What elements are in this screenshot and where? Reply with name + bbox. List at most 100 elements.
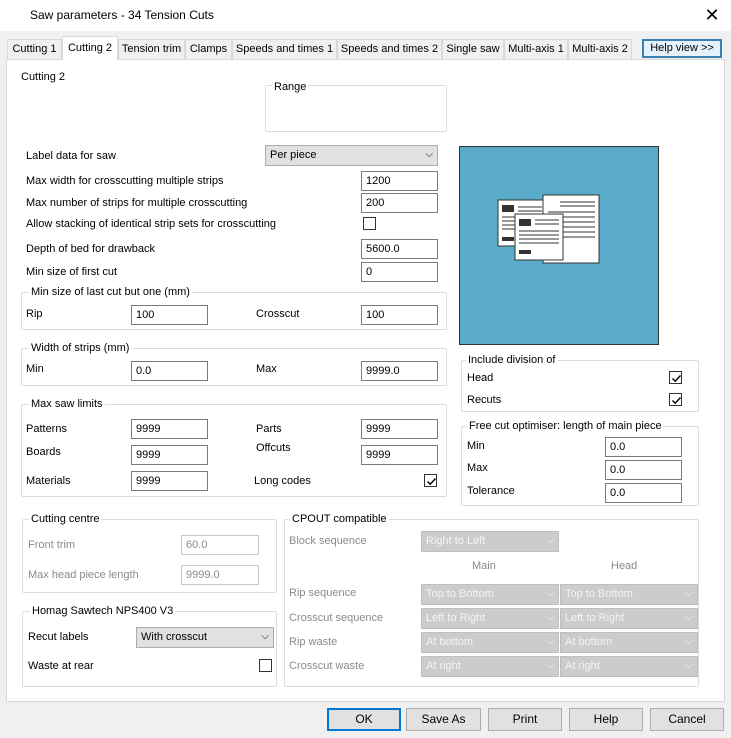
tab-speeds-times-1[interactable]: Speeds and times 1 [232,39,337,59]
last-cut-rip-input[interactable]: 100 [131,305,208,325]
cross-waste-main-value: At right [426,660,461,672]
recuts-checkbox[interactable] [669,393,682,406]
chevron-down-icon: ⌵ [685,588,693,599]
cross-waste-head-value: At right [565,660,600,672]
materials-label: Materials [26,475,71,487]
last-cut-rip-label: Rip [26,308,43,320]
materials-input[interactable]: 9999 [131,471,208,491]
recuts-label: Recuts [467,394,502,406]
strips-min-input[interactable]: 0.0 [131,361,208,381]
chevron-down-icon: ⌵ [685,636,693,647]
long-codes-label: Long codes [254,475,311,487]
allow-stacking-label: Allow stacking of identical strip sets f… [26,218,277,230]
cross-seq-main-value: Left to Right [426,612,486,624]
tab-clamps[interactable]: Clamps [185,39,232,59]
cross-seq-main-select[interactable]: Left to Right ⌵ [421,608,559,629]
rip-seq-label: Rip sequence [289,587,357,599]
min-first-cut-label: Min size of first cut [26,266,118,278]
chevron-down-icon: ⌵ [685,660,693,671]
window-title: Saw parameters - 34 Tension Cuts [30,8,214,22]
tolerance-input[interactable]: 0.0 [605,483,682,503]
free-cut-min-label: Min [467,440,485,452]
label-data-select[interactable]: Per piece ⌵ [265,145,438,166]
rip-seq-main-select[interactable]: Top to Bottom ⌵ [421,584,559,605]
last-cut-title: Min size of last cut but one (mm) [29,286,192,298]
max-strips-input[interactable]: 200 [361,193,438,213]
cross-seq-label: Crosscut sequence [289,612,384,624]
strips-max-input[interactable]: 9999.0 [361,361,438,381]
checkmark-icon [427,478,437,486]
chevron-down-icon: ⌵ [261,631,269,642]
long-codes-checkbox[interactable] [424,474,437,487]
document-stack-icon [497,194,600,264]
block-seq-select[interactable]: Right to Left ⌵ [421,531,559,552]
include-division-title: Include division of [466,354,558,366]
boards-label: Boards [26,446,61,458]
waste-rear-checkbox[interactable] [259,659,272,672]
free-cut-max-input[interactable]: 0.0 [605,460,682,480]
max-strips-label: Max number of strips for multiple crossc… [26,197,248,209]
max-width-input[interactable]: 1200 [361,171,438,191]
recut-labels-select[interactable]: With crosscut ⌵ [136,627,274,648]
page-heading: Cutting 2 [21,71,66,83]
last-cut-crosscut-label: Crosscut [256,308,300,320]
ok-button[interactable]: OK [327,708,401,731]
tab-multi-axis-1[interactable]: Multi-axis 1 [504,39,568,59]
chevron-down-icon: ⌵ [546,612,554,623]
recut-labels-label: Recut labels [28,631,89,643]
strips-max-label: Max [256,363,277,375]
parts-input[interactable]: 9999 [361,419,438,439]
head-checkbox[interactable] [669,371,682,384]
rip-waste-label: Rip waste [289,636,338,648]
checkmark-icon [672,375,682,383]
chevron-down-icon: ⌵ [546,660,554,671]
front-trim-input[interactable]: 60.0 [181,535,259,555]
depth-bed-input[interactable]: 5600.0 [361,239,438,259]
waste-rear-label: Waste at rear [28,660,94,672]
save-as-button[interactable]: Save As [406,708,481,731]
rip-seq-main-value: Top to Bottom [426,588,494,600]
cutting-centre-title: Cutting centre [29,513,102,525]
cancel-button[interactable]: Cancel [650,708,724,731]
rip-waste-head-select[interactable]: At bottom ⌵ [560,632,698,653]
min-first-cut-input[interactable]: 0 [361,262,438,282]
cross-seq-head-select[interactable]: Left to Right ⌵ [560,608,698,629]
tab-cutting-2[interactable]: Cutting 2 [62,36,118,60]
strips-min-label: Min [26,363,44,375]
free-cut-min-input[interactable]: 0.0 [605,437,682,457]
rip-waste-main-value: At bottom [426,636,474,648]
boards-input[interactable]: 9999 [131,445,208,465]
chevron-down-icon: ⌵ [546,535,554,546]
width-strips-title: Width of strips (mm) [29,342,132,354]
cross-seq-head-value: Left to Right [565,612,625,624]
homag-group [22,611,277,687]
max-head-input[interactable]: 9999.0 [181,565,259,585]
cpout-title: CPOUT compatible [290,513,389,525]
patterns-input[interactable]: 9999 [131,419,208,439]
chevron-down-icon: ⌵ [546,636,554,647]
help-view-button[interactable]: Help view >> [642,39,722,58]
offcuts-input[interactable]: 9999 [361,445,438,465]
tab-multi-axis-2[interactable]: Multi-axis 2 [568,39,632,59]
cross-waste-label: Crosscut waste [289,660,365,672]
cross-waste-main-select[interactable]: At right ⌵ [421,656,559,677]
close-icon[interactable]: ✕ [699,3,725,27]
cross-waste-head-select[interactable]: At right ⌵ [560,656,698,677]
rip-seq-head-select[interactable]: Top to Bottom ⌵ [560,584,698,605]
label-data-value: Per piece [270,149,317,161]
tab-single-saw[interactable]: Single saw [442,39,504,59]
tab-tension-trim[interactable]: Tension trim [118,39,185,59]
block-seq-value: Right to Left [426,535,486,547]
chevron-down-icon: ⌵ [546,588,554,599]
rip-waste-main-select[interactable]: At bottom ⌵ [421,632,559,653]
allow-stacking-checkbox[interactable] [363,217,376,230]
free-cut-title: Free cut optimiser: length of main piece [467,420,664,432]
tab-cutting-1[interactable]: Cutting 1 [7,39,62,59]
chevron-down-icon: ⌵ [685,612,693,623]
front-trim-label: Front trim [28,539,76,551]
help-button[interactable]: Help [569,708,643,731]
tab-speeds-times-2[interactable]: Speeds and times 2 [337,39,442,59]
last-cut-crosscut-input[interactable]: 100 [361,305,438,325]
print-button[interactable]: Print [488,708,562,731]
tolerance-label: Tolerance [467,485,515,497]
